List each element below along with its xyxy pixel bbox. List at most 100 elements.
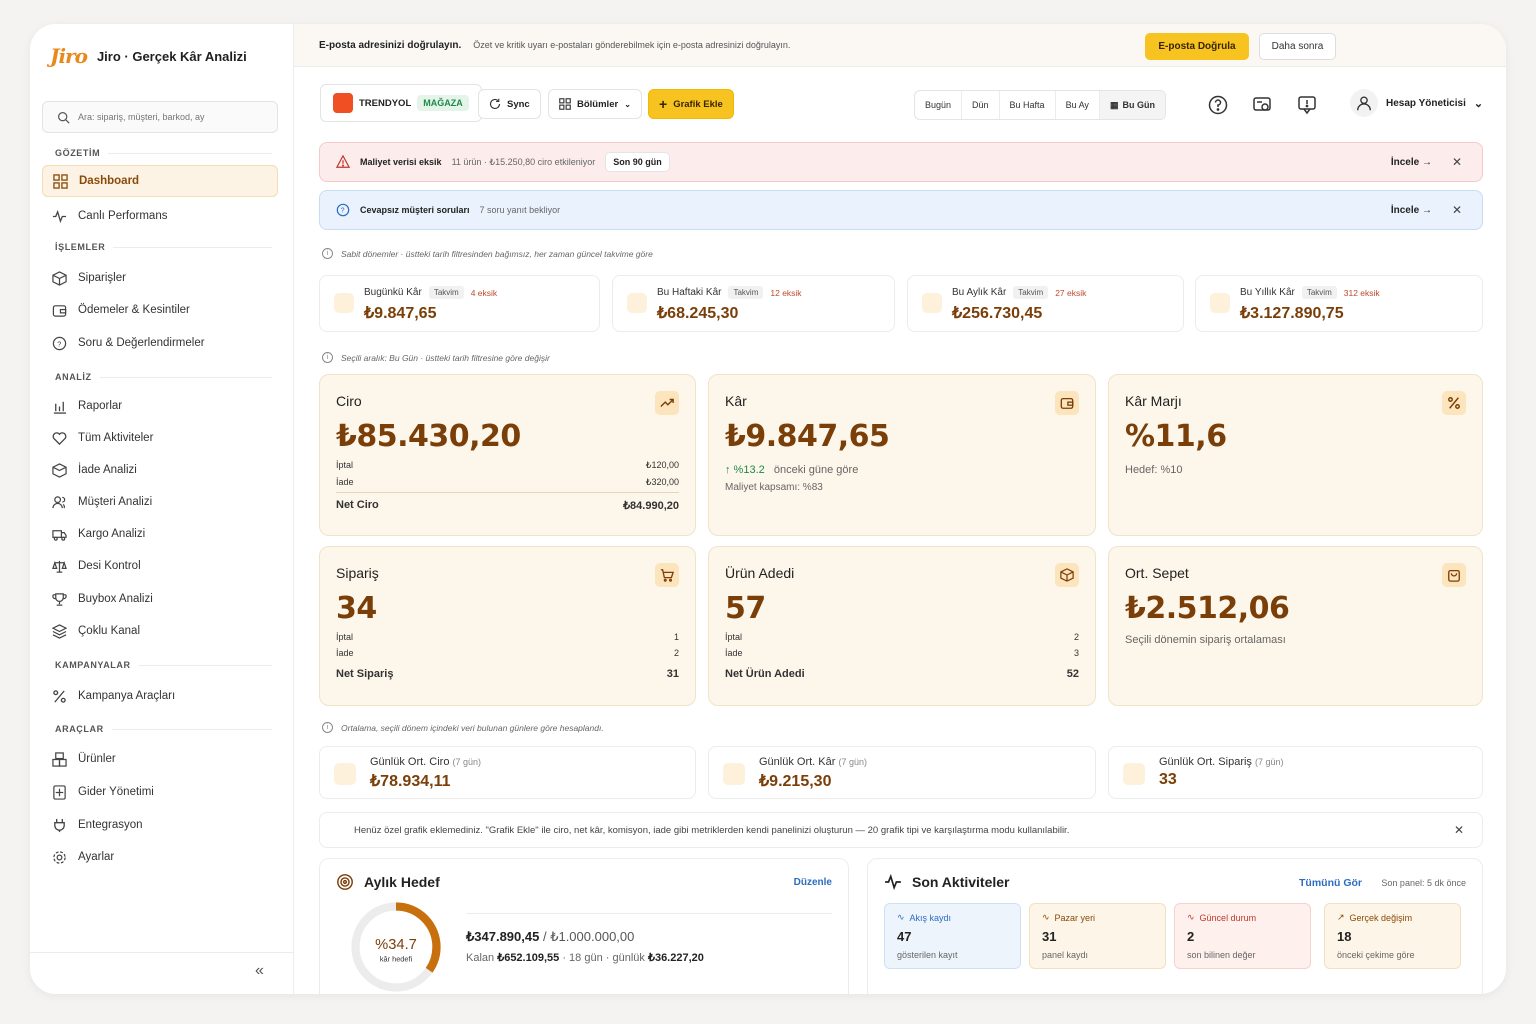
sidebar-item-tum-aktiviteler[interactable]: Tüm Aktiviteler	[42, 422, 278, 454]
store-name: TRENDYOL	[359, 97, 412, 109]
sections-dropdown[interactable]: Bölümler ⌄	[548, 89, 642, 119]
user-menu[interactable]: Hesap Yöneticisi ⌄	[1350, 89, 1483, 117]
see-all-link[interactable]: Tümünü Gör	[1299, 877, 1362, 889]
search-input[interactable]	[78, 112, 258, 122]
sidebar-item-siparisler[interactable]: Siparişler	[42, 262, 278, 294]
date-this-week[interactable]: Bu Hafta	[1000, 91, 1056, 119]
sidebar-item-kampanya[interactable]: Kampanya Araçları	[42, 680, 278, 712]
feedback-icon[interactable]	[1294, 92, 1320, 118]
section-gozetim: GÖZETİM	[55, 148, 272, 158]
sidebar-item-dashboard[interactable]: Dashboard	[42, 165, 278, 197]
section-analiz: ANALİZ	[55, 372, 272, 382]
jiro-logo[interactable]: Jiro	[50, 44, 88, 68]
goal-remaining: ₺652.109,55	[497, 952, 560, 964]
sidebar-item-coklu-kanal[interactable]: Çoklu Kanal	[42, 615, 278, 647]
add-chart-button[interactable]: + Grafik Ekle	[648, 89, 734, 119]
help-icon[interactable]	[1205, 92, 1231, 118]
missing-count[interactable]: 12 eksik	[770, 288, 801, 298]
sidebar-item-soru[interactable]: ? Soru & Değerlendirmeler	[42, 327, 278, 359]
close-icon[interactable]: ✕	[1452, 203, 1462, 217]
goal-days: · 18 gün · günlük	[562, 952, 645, 964]
sidebar-item-raporlar[interactable]: Raporlar	[42, 390, 278, 422]
sidebar-item-iade-analizi[interactable]: İade Analizi	[42, 454, 278, 486]
sidebar-item-musteri-analizi[interactable]: Müşteri Analizi	[42, 486, 278, 518]
review-link[interactable]: İncele →	[1391, 205, 1432, 216]
sidebar-item-label: Canlı Performans	[78, 210, 168, 222]
close-icon[interactable]: ✕	[1454, 823, 1464, 837]
sidebar-item-gider[interactable]: Gider Yönetimi	[42, 776, 278, 808]
date-custom[interactable]: ▦ Bu Gün	[1099, 91, 1165, 119]
missing-count[interactable]: 312 eksik	[1344, 288, 1380, 298]
activity-value: 2	[1187, 929, 1195, 944]
verify-email-button[interactable]: E-posta Doğrula	[1145, 33, 1249, 60]
shopping-bag-icon	[1442, 563, 1466, 587]
activity-card-flow[interactable]: ∿ Akış kaydı 47 gösterilen kayıt	[884, 903, 1021, 969]
sidebar-item-label: Soru & Değerlendirmeler	[78, 337, 205, 349]
sidebar-item-ayarlar[interactable]: Ayarlar	[42, 841, 278, 873]
edit-goal-link[interactable]: Düzenle	[794, 877, 832, 888]
sidebar-item-label: Siparişler	[78, 272, 126, 284]
no-custom-chart-info: Henüz özel grafik eklemediniz. "Grafik E…	[319, 812, 1483, 848]
activity-card-change[interactable]: ↗ Gerçek değişim 18 önceki çekime göre	[1324, 903, 1461, 969]
sections-label: Bölümler	[577, 98, 619, 110]
review-link[interactable]: İncele →	[1391, 157, 1432, 168]
sidebar-item-desi-kontrol[interactable]: Desi Kontrol	[42, 550, 278, 582]
divider	[30, 952, 294, 953]
close-icon[interactable]: ✕	[1452, 155, 1462, 169]
missing-count[interactable]: 27 eksik	[1055, 288, 1086, 298]
wallet-icon	[52, 304, 67, 317]
period-value: ₺256.730,45	[952, 305, 1043, 322]
kpi-title: Kâr	[725, 393, 747, 409]
alert-period-pill[interactable]: Son 90 gün	[605, 152, 670, 172]
sidebar-item-odemeler[interactable]: Ödemeler & Kesintiler	[42, 294, 278, 326]
sidebar-item-canli-performans[interactable]: Canlı Performans	[42, 200, 278, 232]
search-box[interactable]	[42, 101, 278, 133]
activity-card-current[interactable]: ∿ Güncel durum 2 son bilinen değer	[1174, 903, 1311, 969]
date-yesterday[interactable]: Dün	[962, 91, 1000, 119]
goal-ring-label: kâr hedefi	[380, 955, 413, 964]
sidebar-item-label: Tüm Aktiviteler	[78, 432, 154, 444]
alert-text: 7 soru yanıt bekliyor	[479, 205, 561, 215]
brand: Jiro Jiro · Gerçek Kâr Analizi	[50, 42, 247, 70]
date-this-month[interactable]: Bu Ay	[1056, 91, 1100, 119]
grid-icon	[559, 98, 571, 110]
period-value: ₺3.127.890,75	[1240, 305, 1344, 322]
sidebar-item-kargo-analizi[interactable]: Kargo Analizi	[42, 518, 278, 550]
cost-coverage: Maliyet kapsamı: %83	[725, 482, 823, 493]
sidebar-item-urunler[interactable]: Ürünler	[42, 743, 278, 775]
row-value: 1	[673, 632, 679, 642]
row-label: İptal	[725, 632, 743, 642]
period-value: ₺9.847,65	[364, 305, 437, 322]
later-button[interactable]: Daha sonra	[1259, 33, 1336, 60]
plug-icon	[54, 818, 65, 832]
store-selector[interactable]: TRENDYOL MAĞAZA	[320, 84, 482, 122]
sync-button[interactable]: Sync	[478, 89, 541, 119]
goal-target: / ₺1.000.000,00	[542, 929, 635, 944]
range-note: i Seçili aralık: Bu Gün · üstteki tarih f…	[322, 352, 550, 363]
avg-label: Günlük Ort. Kâr	[759, 756, 836, 768]
sidebar-item-label: İade Analizi	[78, 464, 137, 476]
sidebar-item-buybox[interactable]: Buybox Analizi	[42, 583, 278, 615]
row-label: İade	[336, 648, 354, 658]
avg-card-kar: Günlük Ort. Kâr (7 gün) ₺9.215,30	[708, 746, 1096, 799]
recent-activity-panel: Son Aktiviteler Tümünü Gör Son panel: 5 …	[867, 858, 1483, 994]
certificate-icon[interactable]	[1249, 92, 1275, 118]
collapse-sidebar-icon[interactable]: «	[255, 962, 264, 980]
fixed-periods-note: i Sabit dönemler · üstteki tarih filtresi…	[322, 248, 653, 259]
bar-chart-icon	[53, 401, 67, 414]
search-icon	[58, 111, 70, 124]
missing-count[interactable]: 4 eksik	[471, 288, 497, 298]
row-label: Net Sipariş	[336, 668, 394, 680]
date-today[interactable]: Bugün	[915, 91, 963, 119]
goal-daily: ₺36.227,20	[647, 952, 704, 964]
activity-card-marketplace[interactable]: ∿ Pazar yeri 31 panel kaydı	[1029, 903, 1166, 969]
question-bubble-icon: ?	[52, 336, 67, 350]
activity-title: Güncel durum	[1199, 912, 1257, 923]
sidebar-item-entegrasyon[interactable]: Entegrasyon	[42, 809, 278, 841]
store-badge: MAĞAZA	[417, 95, 469, 111]
cart-icon	[655, 563, 679, 587]
period-card-today: Bugünkü Kâr Takvim 4 eksik ₺9.847,65	[319, 275, 600, 332]
avg-label: Günlük Ort. Ciro	[370, 756, 450, 768]
activity-sub: panel kaydı	[1042, 950, 1089, 960]
kpi-change-text: önceki güne göre	[773, 464, 859, 476]
